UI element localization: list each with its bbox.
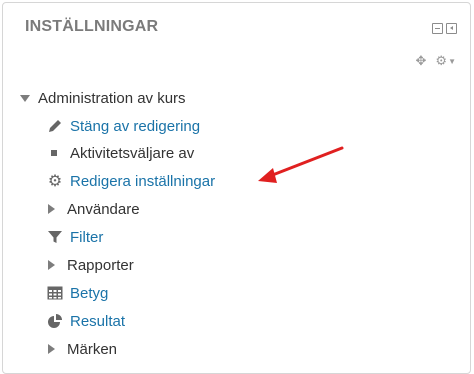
annotation-arrow xyxy=(258,146,344,183)
